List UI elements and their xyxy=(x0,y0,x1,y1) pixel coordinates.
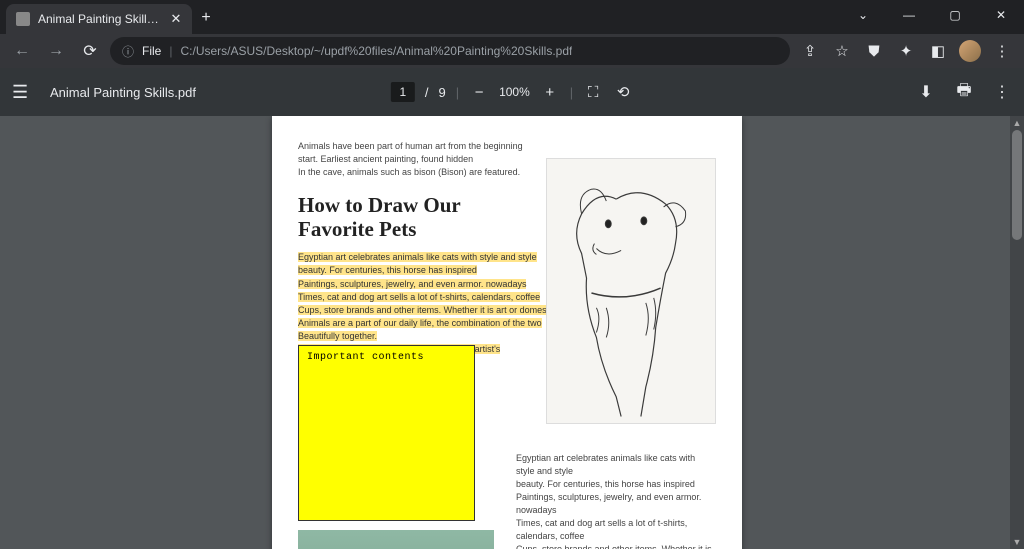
page-separator: / xyxy=(425,85,429,100)
window-maximize-button[interactable]: ▢ xyxy=(932,0,978,30)
url-path: C:/Users/ASUS/Desktop/~/updf%20files/Ani… xyxy=(180,44,572,58)
bookmark-icon[interactable]: ☆ xyxy=(828,37,856,65)
pdf-page: Animals have been part of human art from… xyxy=(272,116,742,549)
fit-page-icon[interactable]: ⛶ xyxy=(583,82,603,102)
scroll-down-icon[interactable]: ▼ xyxy=(1010,535,1024,549)
note-text: Important contents xyxy=(307,352,424,363)
scroll-thumb[interactable] xyxy=(1012,130,1022,240)
nav-back-button[interactable]: ← xyxy=(8,37,36,65)
address-bar[interactable]: ⓘ File | C:/Users/ASUS/Desktop/~/updf%20… xyxy=(110,37,790,65)
highlight-line: Beautifully together. xyxy=(298,331,377,341)
highlight-line: beauty. For centuries, this horse has in… xyxy=(298,265,477,275)
url-scheme: File xyxy=(142,44,161,58)
zoom-out-button[interactable]: − xyxy=(469,82,489,102)
browser-tab[interactable]: Animal Painting Skills.pdf ✕ xyxy=(6,4,192,34)
print-icon[interactable]: 🖶 xyxy=(954,82,974,102)
browser-menu-icon[interactable]: ⋮ xyxy=(988,37,1016,65)
nav-forward-button: → xyxy=(42,37,70,65)
pdf-toolbar: ☰ Animal Painting Skills.pdf / 9 | − 100… xyxy=(0,68,1024,116)
scroll-up-icon[interactable]: ▲ xyxy=(1010,116,1024,130)
pdf-viewport[interactable]: Animals have been part of human art from… xyxy=(0,116,1024,549)
tab-favicon xyxy=(16,12,30,26)
text-line: Egyptian art celebrates animals like cat… xyxy=(516,452,714,478)
window-minimize-button[interactable]: — xyxy=(886,0,932,30)
highlight-line: Animals are a part of our daily life, th… xyxy=(298,318,542,328)
pdf-menu-icon[interactable]: ☰ xyxy=(12,82,36,103)
zoom-value: 100% xyxy=(499,85,530,99)
browser-toolbar: ← → ⟳ ⓘ File | C:/Users/ASUS/Desktop/~/u… xyxy=(0,34,1024,68)
page-number-input[interactable] xyxy=(391,82,415,102)
url-separator: | xyxy=(169,44,172,58)
window-chevron-icon[interactable]: ⌄ xyxy=(840,0,886,30)
browser-titlebar: Animal Painting Skills.pdf ✕ + ⌄ — ▢ ✕ xyxy=(0,0,1024,34)
text-line: Animals have been part of human art from… xyxy=(298,140,716,153)
rotate-icon[interactable]: ⟲ xyxy=(613,82,633,102)
highlight-line: Egyptian art celebrates animals like cat… xyxy=(298,252,537,262)
highlight-line: Times, cat and dog art sells a lot of t-… xyxy=(298,292,540,302)
nav-reload-button[interactable]: ⟳ xyxy=(76,37,104,65)
profile-avatar[interactable] xyxy=(956,37,984,65)
page-total: 9 xyxy=(438,85,445,100)
right-column-text: Egyptian art celebrates animals like cat… xyxy=(516,452,714,549)
new-tab-button[interactable]: + xyxy=(192,4,220,32)
share-icon[interactable]: ⇪ xyxy=(796,37,824,65)
text-line: Paintings, sculptures, jewelry, and even… xyxy=(516,491,714,517)
file-icon: ⓘ xyxy=(122,43,134,60)
download-icon[interactable]: ⬇ xyxy=(916,82,936,102)
tab-title: Animal Painting Skills.pdf xyxy=(38,12,160,26)
window-close-button[interactable]: ✕ xyxy=(978,0,1024,30)
shield-icon[interactable]: ⛊ xyxy=(860,37,888,65)
highlight-line: Paintings, sculptures, jewelry, and even… xyxy=(298,279,526,289)
dog-sketch-image xyxy=(546,158,716,424)
extensions-icon[interactable]: ✦ xyxy=(892,37,920,65)
text-line: Cups, store brands and other items. Whet… xyxy=(516,543,714,549)
vertical-scrollbar[interactable]: ▲ ▼ xyxy=(1010,116,1024,549)
zoom-in-button[interactable]: + xyxy=(540,82,560,102)
text-line: beauty. For centuries, this horse has in… xyxy=(516,478,714,491)
pdf-more-icon[interactable]: ⋮ xyxy=(992,82,1012,102)
highlight-line: Cups, store brands and other items. Whet… xyxy=(298,305,556,315)
dog-photo-image xyxy=(298,530,494,549)
side-panel-icon[interactable]: ◧ xyxy=(924,37,952,65)
window-controls: ⌄ — ▢ ✕ xyxy=(840,0,1024,30)
text-line: Times, cat and dog art sells a lot of t-… xyxy=(516,517,714,543)
sticky-note[interactable]: Important contents xyxy=(298,345,475,521)
pdf-title: Animal Painting Skills.pdf xyxy=(50,85,196,100)
tab-close-icon[interactable]: ✕ xyxy=(168,11,184,27)
